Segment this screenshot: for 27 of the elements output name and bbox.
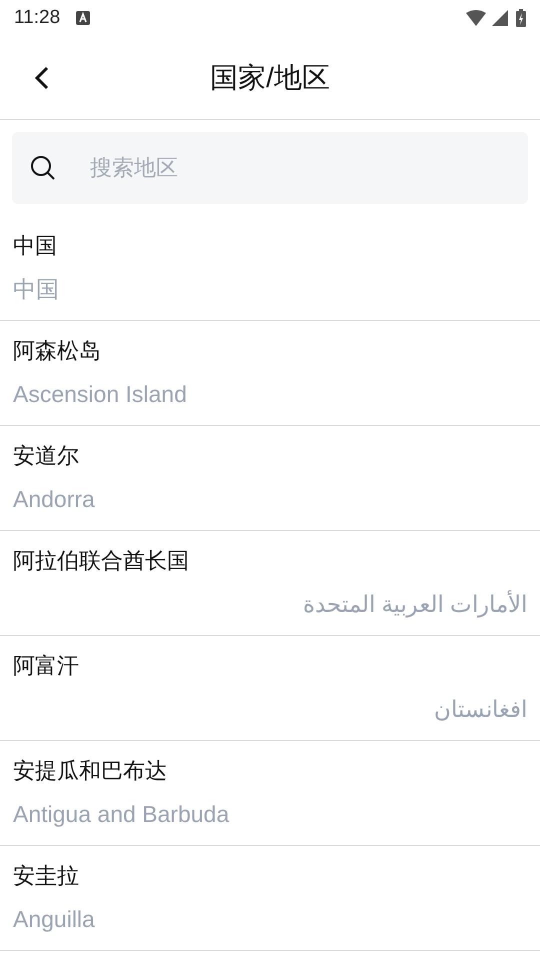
region-row[interactable]: 安道尔 Andorra (0, 426, 540, 531)
region-name: 安提瓜和巴布达 (13, 757, 167, 785)
region-native-name: Ascension Island (13, 380, 187, 409)
region-name: 阿富汗 (13, 652, 79, 680)
region-row[interactable]: 安圭拉 Anguilla (0, 846, 540, 951)
region-row[interactable]: 阿森松岛 Ascension Island (0, 321, 540, 426)
search-field[interactable]: 搜索地区 (12, 132, 528, 204)
region-name: 阿拉伯联合酋长国 (13, 547, 189, 575)
region-native-name: Antigua and Barbuda (13, 800, 230, 829)
page-title: 国家/地区 (210, 60, 330, 94)
region-name: 中国 (13, 232, 57, 260)
battery-icon (516, 9, 526, 27)
notification-icon (76, 11, 90, 25)
region-native-name: الأمارات العربية المتحدة (303, 589, 527, 620)
region-native-name: Andorra (13, 485, 95, 514)
region-name: 安圭拉 (13, 862, 79, 890)
wifi-icon (466, 10, 486, 26)
signal-icon (492, 10, 508, 26)
region-row[interactable]: 中国 中国 (0, 216, 540, 321)
region-native-name: 中国 (13, 275, 59, 304)
region-name: 阿森松岛 (13, 337, 101, 365)
status-time: 11:28 (14, 6, 60, 30)
search-icon (30, 155, 56, 181)
region-native-name: افغانستان (434, 695, 527, 724)
region-name: 安道尔 (13, 442, 79, 470)
region-row[interactable]: 安提瓜和巴布达 Antigua and Barbuda (0, 741, 540, 846)
region-native-name: Anguilla (13, 905, 95, 934)
